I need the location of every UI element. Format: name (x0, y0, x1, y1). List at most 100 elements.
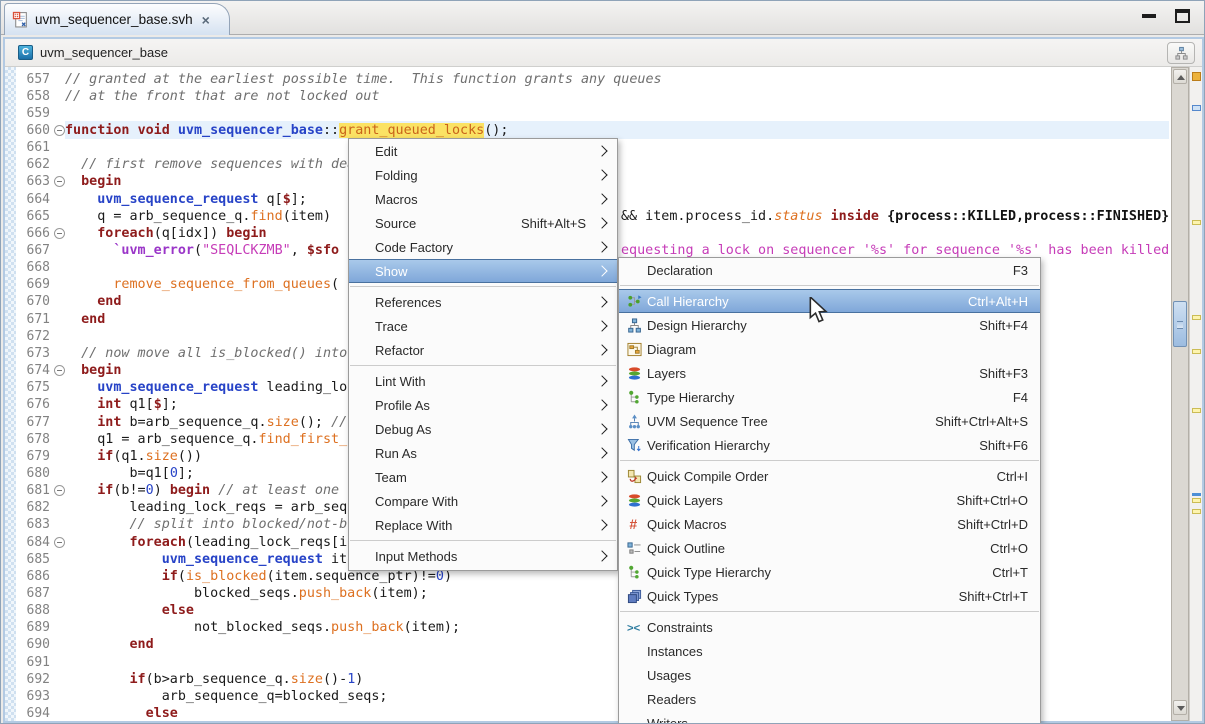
menu-item-edit[interactable]: Edit (349, 139, 617, 163)
fold-collapse-icon[interactable] (54, 176, 65, 187)
line-number[interactable]: 684 (16, 534, 50, 551)
menu-item-quick-type-hierarchy[interactable]: Quick Type HierarchyCtrl+T (619, 560, 1040, 584)
menu-item-debug-as[interactable]: Debug As (349, 417, 617, 441)
minimize-icon[interactable] (1142, 14, 1156, 18)
menu-item-input-methods[interactable]: Input Methods (349, 544, 617, 568)
line-number[interactable]: 675 (16, 379, 50, 396)
menu-item-quick-compile-order[interactable]: Quick Compile OrderCtrl+I (619, 464, 1040, 488)
menu-item-quick-outline[interactable]: Quick OutlineCtrl+O (619, 536, 1040, 560)
overview-marker-yellow[interactable] (1192, 220, 1201, 225)
line-number[interactable]: 657 (16, 71, 50, 88)
line-number[interactable]: 671 (16, 311, 50, 328)
menu-item-design-hierarchy[interactable]: Design HierarchyShift+F4 (619, 313, 1040, 337)
menu-item-quick-layers[interactable]: Quick LayersShift+Ctrl+O (619, 488, 1040, 512)
line-number[interactable]: 670 (16, 293, 50, 310)
line-number[interactable]: 692 (16, 671, 50, 688)
maximize-icon[interactable] (1175, 9, 1190, 23)
overview-marker-yellow[interactable] (1192, 509, 1201, 514)
menu-item-profile-as[interactable]: Profile As (349, 393, 617, 417)
menu-item-code-factory[interactable]: Code Factory (349, 235, 617, 259)
menu-item-team[interactable]: Team (349, 465, 617, 489)
menu-item-replace-with[interactable]: Replace With (349, 513, 617, 537)
line-number[interactable]: 659 (16, 105, 50, 122)
fold-collapse-icon[interactable] (54, 228, 65, 239)
menu-item-source[interactable]: SourceShift+Alt+S (349, 211, 617, 235)
menu-item-show[interactable]: Show (349, 259, 617, 283)
line-number[interactable]: 661 (16, 139, 50, 156)
menu-item-uvm-sequence-tree[interactable]: UVM Sequence TreeShift+Ctrl+Alt+S (619, 409, 1040, 433)
menu-item-quick-macros[interactable]: #Quick MacrosShift+Ctrl+D (619, 512, 1040, 536)
menu-item-trace[interactable]: Trace (349, 314, 617, 338)
line-number[interactable]: 663 (16, 173, 50, 190)
menu-item-run-as[interactable]: Run As (349, 441, 617, 465)
breadcrumb-toggle-button[interactable] (1167, 42, 1195, 64)
line-number[interactable]: 668 (16, 259, 50, 276)
scrollbar-thumb[interactable] (1173, 301, 1187, 347)
menu-item-usages[interactable]: Usages (619, 663, 1040, 687)
scroll-up-icon[interactable] (1173, 69, 1187, 84)
overview-marker-yellow[interactable] (1192, 498, 1201, 503)
overview-marker-yellow[interactable] (1192, 349, 1201, 354)
line-number[interactable]: 676 (16, 396, 50, 413)
line-number[interactable]: 674 (16, 362, 50, 379)
overview-marker-orange[interactable] (1192, 72, 1201, 81)
line-number[interactable]: 673 (16, 345, 50, 362)
menu-item-constraints[interactable]: ><Constraints (619, 615, 1040, 639)
editor-tab[interactable]: uvm_sequencer_base.svh × (4, 3, 230, 35)
overview-marker-blue-line[interactable] (1192, 493, 1201, 496)
menu-item-verification-hierarchy[interactable]: Verification HierarchyShift+F6 (619, 433, 1040, 457)
line-number[interactable]: 693 (16, 688, 50, 705)
fold-collapse-icon[interactable] (54, 485, 65, 496)
line-number[interactable]: 689 (16, 619, 50, 636)
line-number[interactable]: 667 (16, 242, 50, 259)
line-number[interactable]: 669 (16, 276, 50, 293)
menu-item-folding[interactable]: Folding (349, 163, 617, 187)
vertical-scrollbar[interactable] (1171, 67, 1189, 721)
menu-item-references[interactable]: References (349, 290, 617, 314)
line-number[interactable]: 685 (16, 551, 50, 568)
breadcrumb-item[interactable]: uvm_sequencer_base (40, 45, 168, 60)
line-number[interactable]: 662 (16, 156, 50, 173)
line-number[interactable]: 680 (16, 465, 50, 482)
line-number[interactable]: 683 (16, 516, 50, 533)
line-number[interactable]: 687 (16, 585, 50, 602)
menu-item-quick-types[interactable]: Quick TypesShift+Ctrl+T (619, 584, 1040, 608)
line-number[interactable]: 658 (16, 88, 50, 105)
overview-marker-yellow[interactable] (1192, 408, 1201, 413)
line-number[interactable]: 682 (16, 499, 50, 516)
line-number[interactable]: 690 (16, 636, 50, 653)
line-number[interactable]: 686 (16, 568, 50, 585)
line-number[interactable]: 691 (16, 654, 50, 671)
line-number[interactable]: 688 (16, 602, 50, 619)
line-number[interactable]: 677 (16, 414, 50, 431)
line-number[interactable]: 672 (16, 328, 50, 345)
menu-item-diagram[interactable]: Diagram (619, 337, 1040, 361)
scroll-down-icon[interactable] (1173, 700, 1187, 715)
menu-item-call-hierarchy[interactable]: Call HierarchyCtrl+Alt+H (619, 289, 1040, 313)
line-number[interactable]: 665 (16, 208, 50, 225)
line-number[interactable]: 664 (16, 191, 50, 208)
line-number[interactable]: 660 (16, 122, 50, 139)
menu-item-macros[interactable]: Macros (349, 187, 617, 211)
line-number[interactable]: 679 (16, 448, 50, 465)
code-token (65, 535, 130, 550)
menu-item-lint-with[interactable]: Lint With (349, 369, 617, 393)
menu-item-instances[interactable]: Instances (619, 639, 1040, 663)
tab-close-icon[interactable]: × (202, 13, 210, 27)
menu-item-layers[interactable]: LayersShift+F3 (619, 361, 1040, 385)
line-number[interactable]: 681 (16, 482, 50, 499)
overview-marker-yellow[interactable] (1192, 315, 1201, 320)
line-number[interactable]: 694 (16, 705, 50, 721)
menu-item-type-hierarchy[interactable]: Type HierarchyF4 (619, 385, 1040, 409)
menu-item-readers[interactable]: Readers (619, 687, 1040, 711)
line-number[interactable]: 666 (16, 225, 50, 242)
fold-collapse-icon[interactable] (54, 365, 65, 376)
overview-marker-blue-box[interactable] (1192, 105, 1201, 111)
menu-item-declaration[interactable]: DeclarationF3 (619, 258, 1040, 282)
menu-item-compare-with[interactable]: Compare With (349, 489, 617, 513)
menu-item-writers[interactable]: Writers (619, 711, 1040, 724)
fold-collapse-icon[interactable] (54, 125, 65, 136)
menu-item-refactor[interactable]: Refactor (349, 338, 617, 362)
line-number[interactable]: 678 (16, 431, 50, 448)
fold-collapse-icon[interactable] (54, 537, 65, 548)
